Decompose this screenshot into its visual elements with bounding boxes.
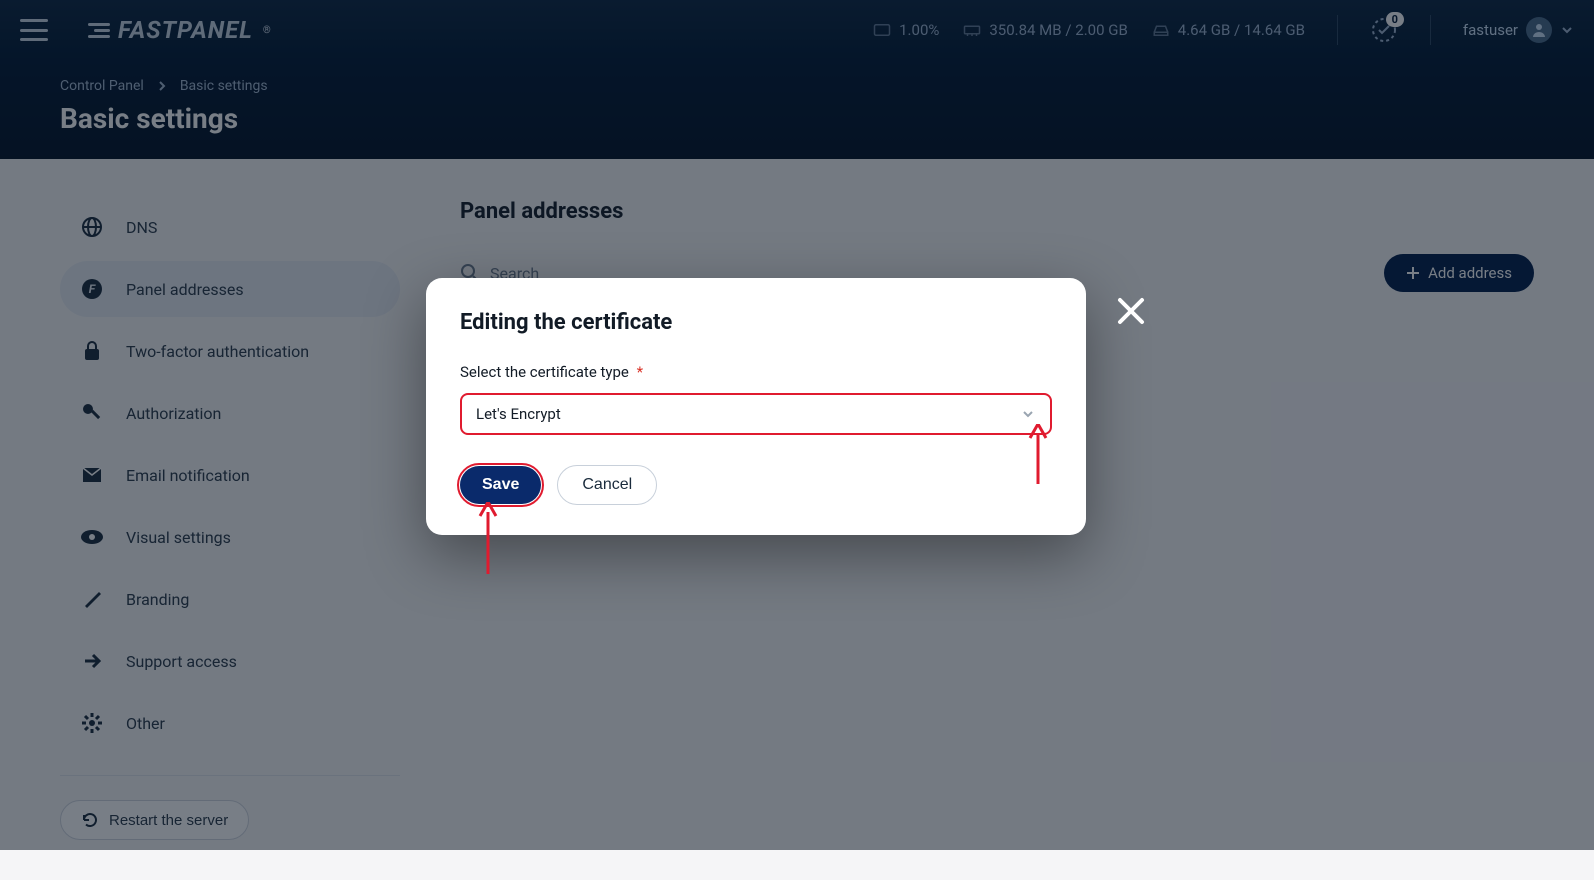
save-button[interactable]: Save [460, 466, 541, 504]
modal-title: Editing the certificate [460, 310, 1052, 335]
edit-certificate-modal: Editing the certificate Select the certi… [426, 278, 1086, 535]
chevron-down-icon [1020, 406, 1036, 422]
field-label: Select the certificate type * [460, 363, 1052, 381]
modal-actions: Save Cancel [460, 465, 1052, 505]
cancel-button[interactable]: Cancel [557, 465, 657, 505]
field-label-text: Select the certificate type [460, 363, 629, 381]
modal-close-button[interactable] [1114, 294, 1148, 328]
required-marker: * [637, 363, 643, 381]
select-value: Let's Encrypt [476, 405, 561, 423]
close-icon [1114, 294, 1148, 328]
certificate-type-select[interactable]: Let's Encrypt [460, 393, 1052, 435]
